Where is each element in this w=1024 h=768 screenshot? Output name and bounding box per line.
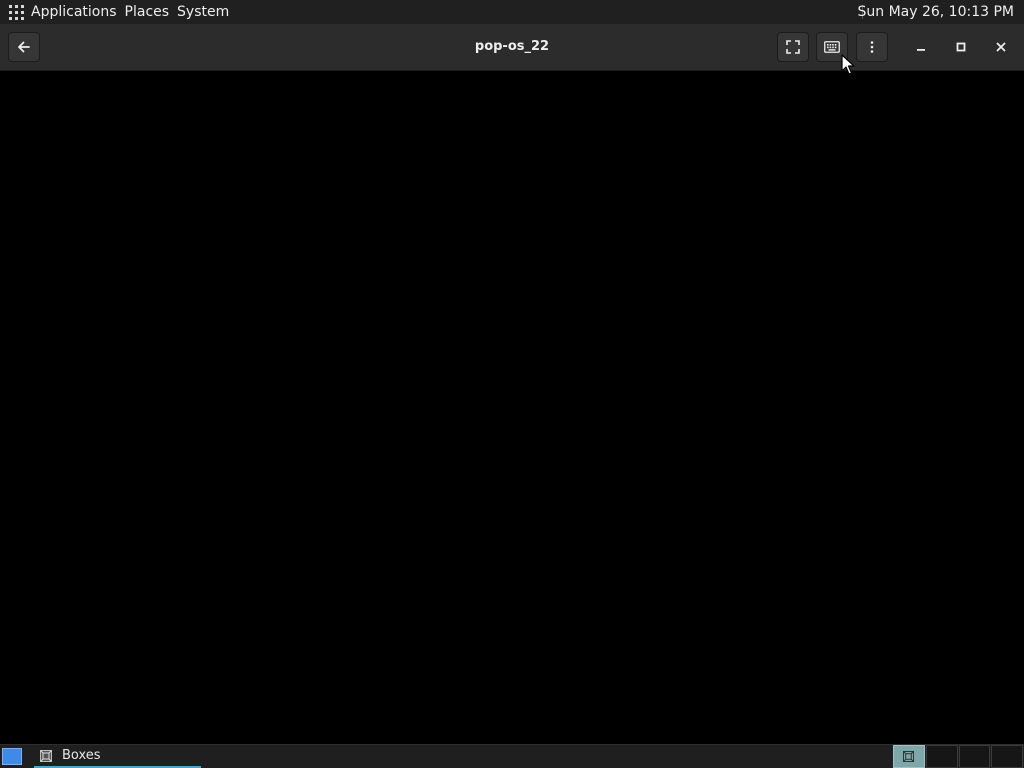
taskbar-item-label: Boxes (62, 748, 101, 763)
header-bar (0, 24, 1024, 71)
back-button[interactable] (8, 32, 40, 62)
maximize-icon (956, 42, 966, 52)
show-desktop-button[interactable] (2, 748, 22, 765)
workspace-4[interactable] (991, 745, 1023, 768)
mouse-pointer-icon (841, 54, 855, 75)
boxes-app-icon (903, 751, 915, 762)
minimize-button[interactable] (910, 36, 932, 58)
vertical-dots-icon (870, 41, 874, 53)
clock[interactable]: Sun May 26, 10:13 PM (857, 0, 1014, 24)
keyboard-icon (824, 41, 840, 53)
back-arrow-icon (18, 41, 30, 53)
maximize-button[interactable] (950, 36, 972, 58)
boxes-app-icon (40, 749, 52, 762)
menu-button[interactable] (856, 32, 888, 62)
workspace-1[interactable] (893, 745, 925, 768)
menu-applications[interactable]: Applications (31, 4, 117, 20)
fullscreen-icon (786, 40, 800, 54)
top-panel: Applications Places System Sun May 26, 1… (0, 0, 1024, 24)
fullscreen-button[interactable] (777, 32, 809, 62)
minimize-icon (917, 49, 925, 51)
taskbar-item-boxes[interactable]: Boxes (34, 745, 201, 768)
workspace-switcher (893, 745, 1024, 768)
close-button[interactable] (990, 36, 1012, 58)
close-icon (996, 42, 1006, 52)
workspace-2[interactable] (925, 745, 958, 768)
workspace-3[interactable] (958, 745, 991, 768)
menu-places[interactable]: Places (125, 4, 170, 20)
apps-grid-icon[interactable] (9, 4, 24, 20)
bottom-panel: Boxes (0, 744, 1024, 768)
vm-display[interactable] (0, 71, 1024, 744)
menu-system[interactable]: System (177, 4, 229, 20)
